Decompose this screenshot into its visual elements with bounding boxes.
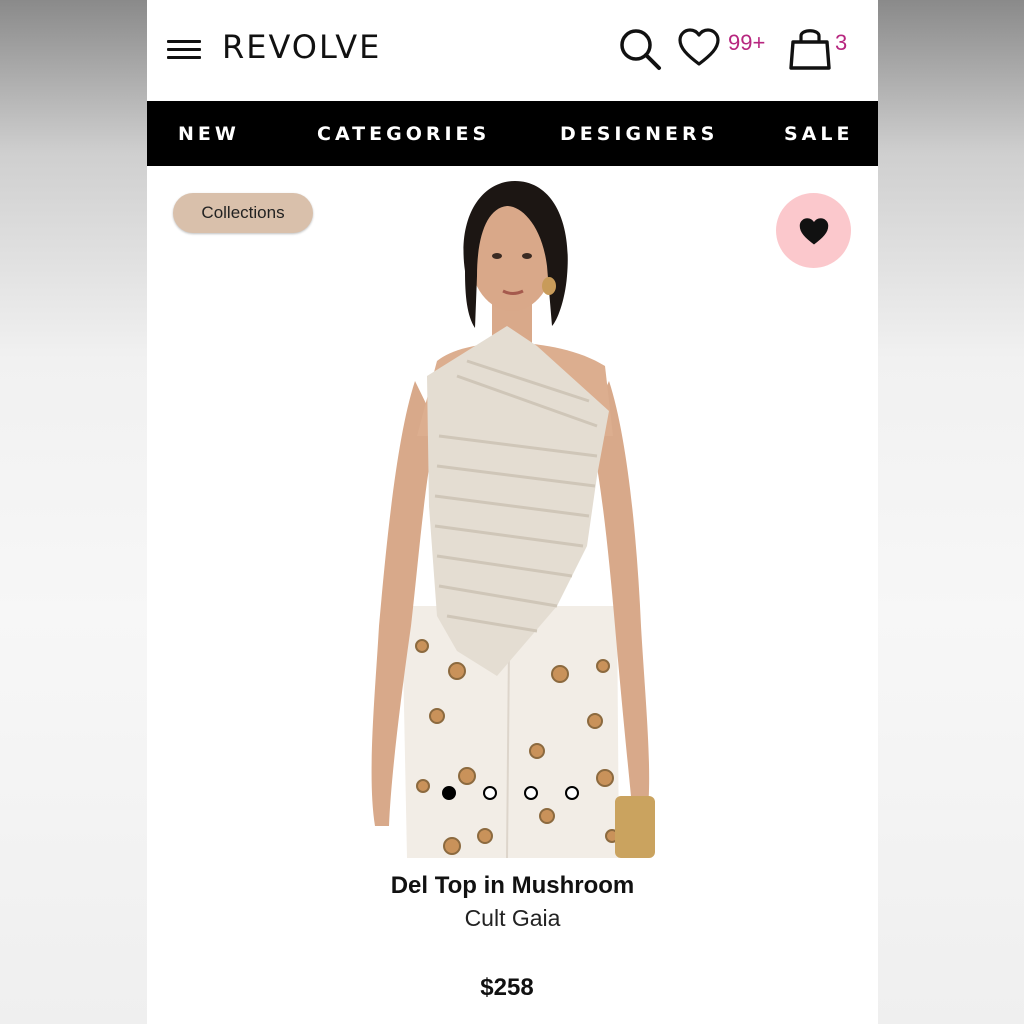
product-photo[interactable] xyxy=(357,176,667,858)
carousel-dot-2[interactable] xyxy=(483,786,497,800)
app-screen: REVOLVE 99+ 3 NEW CATEGORIES DESIGNERS S… xyxy=(147,0,878,1024)
product-brand[interactable]: Cult Gaia xyxy=(147,905,878,932)
product-title[interactable]: Del Top in Mushroom xyxy=(147,872,878,900)
carousel-dot-3[interactable] xyxy=(524,786,538,800)
carousel-dot-4[interactable] xyxy=(565,786,579,800)
search-icon[interactable] xyxy=(617,26,663,72)
cart-count-badge: 3 xyxy=(835,30,848,55)
heart-outline-icon[interactable] xyxy=(677,26,721,70)
carousel-dot-1[interactable] xyxy=(442,786,456,800)
nav-item-sale[interactable]: SALE xyxy=(784,123,853,145)
product-price: $258 xyxy=(480,974,534,1001)
background-left xyxy=(0,0,147,1024)
favorite-button[interactable] xyxy=(776,193,851,268)
wishlist-count-badge: 99+ xyxy=(728,30,766,55)
nav-item-categories[interactable]: CATEGORIES xyxy=(317,123,490,145)
hamburger-icon[interactable] xyxy=(167,40,201,60)
nav-item-new[interactable]: NEW xyxy=(178,123,240,145)
product-card: Collections Del Top in Mushroom Cult Gai… xyxy=(147,166,878,1024)
brand-logo[interactable]: REVOLVE xyxy=(222,28,381,66)
shopping-bag-icon[interactable] xyxy=(788,24,832,72)
collections-chip[interactable]: Collections xyxy=(173,193,313,233)
nav-item-designers[interactable]: DESIGNERS xyxy=(560,123,718,145)
image-carousel-dots xyxy=(442,786,592,800)
main-navigation: NEW CATEGORIES DESIGNERS SALE xyxy=(147,101,878,166)
heart-filled-icon xyxy=(799,217,828,244)
top-header: REVOLVE 99+ 3 xyxy=(147,0,878,100)
background-right xyxy=(878,0,1024,1024)
